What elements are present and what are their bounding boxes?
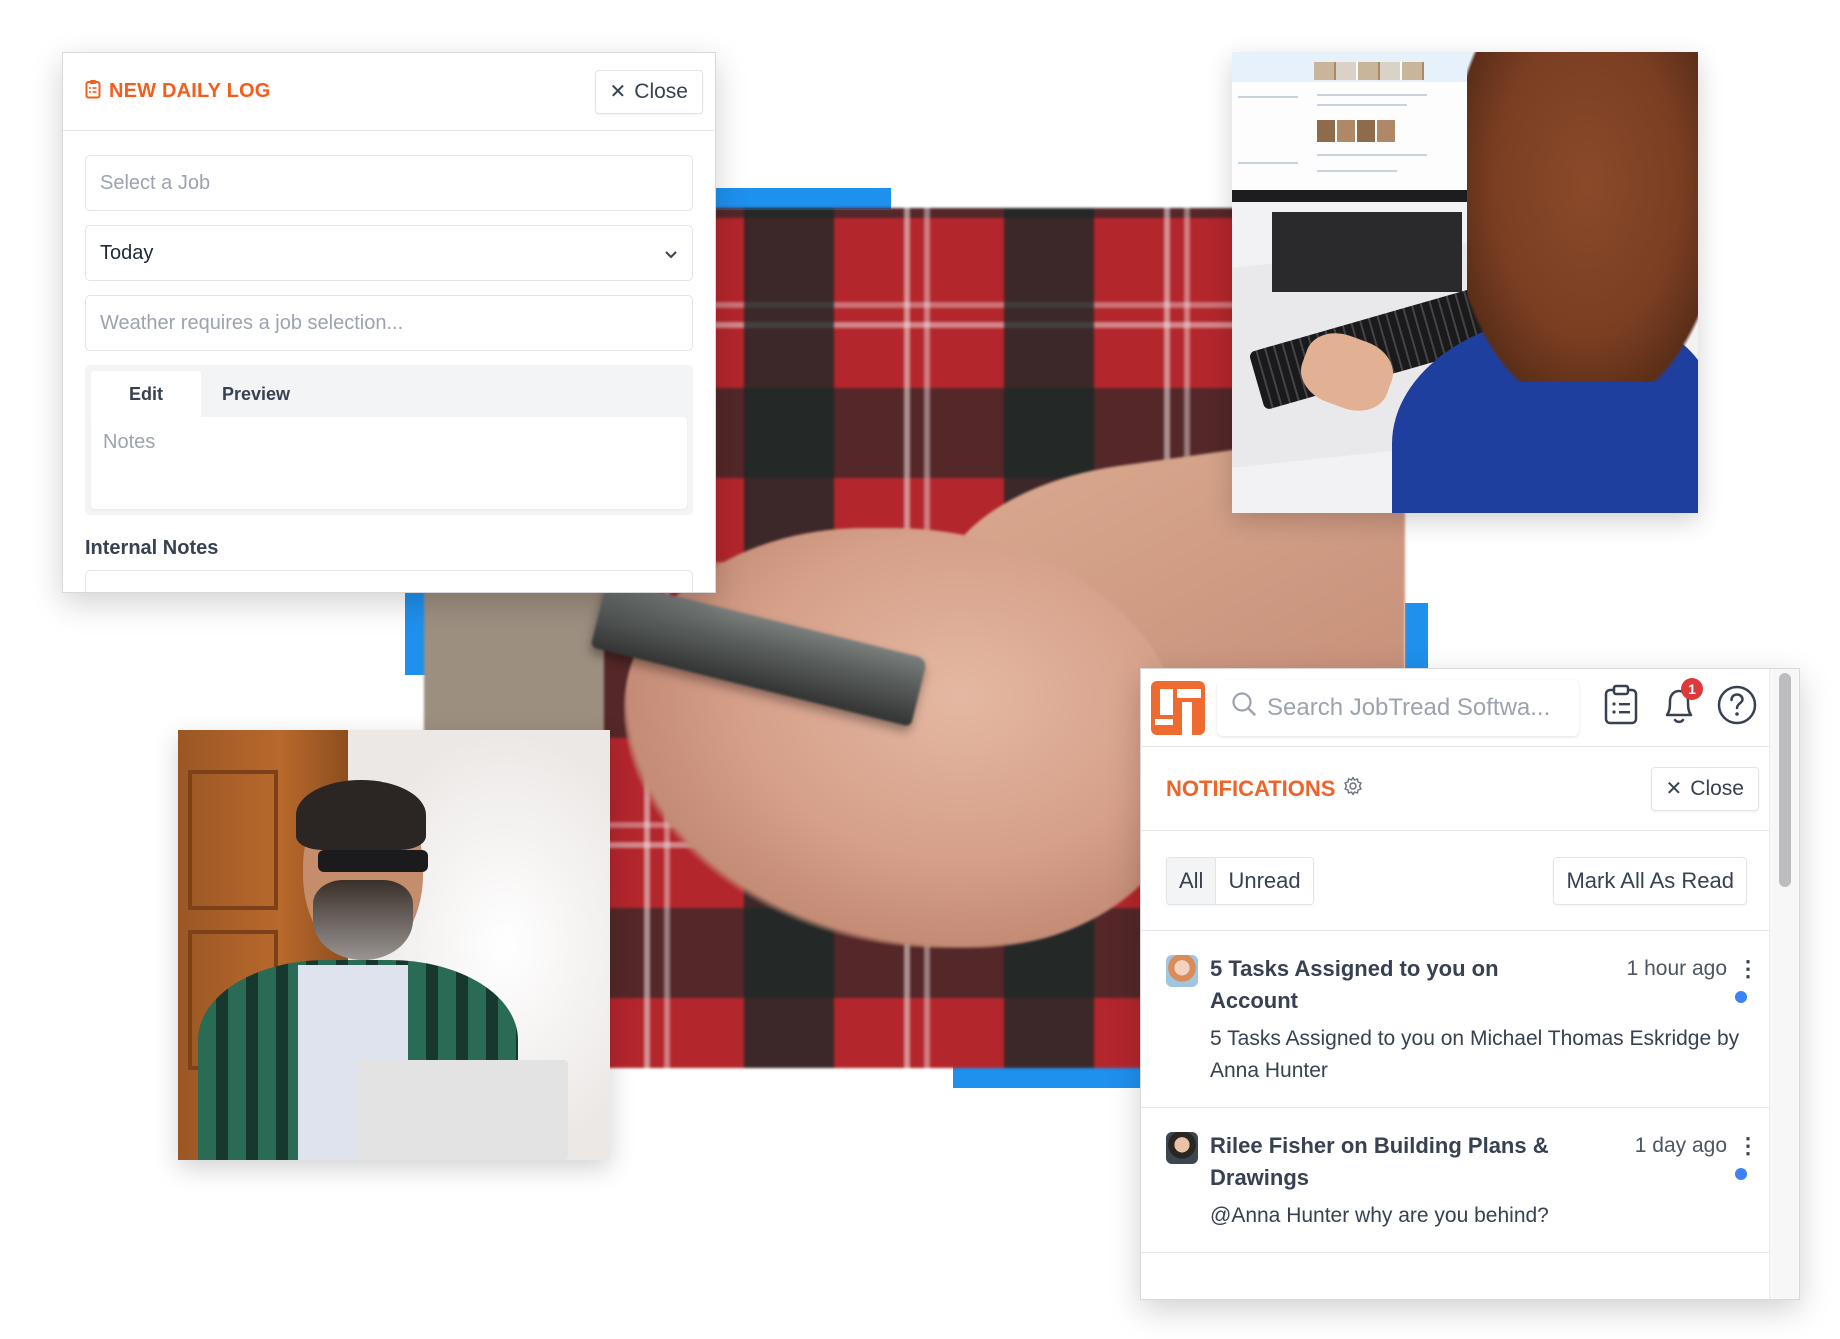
photo-hair [296, 780, 426, 850]
weather-placeholder: Weather requires a job selection... [100, 311, 404, 334]
daily-log-title-text: NEW DAILY LOG [109, 80, 271, 102]
daily-log-title: NEW DAILY LOG [85, 79, 271, 105]
notifications-panel: Search JobTread Softwa... 1 NOTIFICATION… [1140, 668, 1800, 1300]
daily-log-form: Select a Job Today Weather requires a jo… [63, 131, 715, 592]
search-input[interactable]: Search JobTread Softwa... [1217, 679, 1579, 736]
close-label: Close [1690, 776, 1744, 800]
photo-monitor-stand [1272, 212, 1462, 292]
more-vertical-icon[interactable]: ⋮ [1737, 953, 1759, 985]
filter-unread[interactable]: Unread [1216, 857, 1313, 904]
notifications-close-button[interactable]: ✕ Close [1650, 766, 1759, 811]
tab-preview[interactable]: Preview [201, 371, 311, 417]
unread-indicator [1735, 1168, 1747, 1180]
notification-time: 1 hour ago [1626, 957, 1727, 980]
notification-title: Rilee Fisher on Building Plans & Drawing… [1210, 1133, 1549, 1190]
mark-all-read-button[interactable]: Mark All As Read [1553, 856, 1747, 905]
help-circle-icon [1716, 684, 1758, 731]
scrollbar[interactable] [1769, 669, 1799, 1299]
notification-item[interactable]: Rilee Fisher on Building Plans & Drawing… [1141, 1108, 1771, 1253]
photo-monitor [1232, 52, 1494, 202]
chevron-down-icon [664, 242, 678, 265]
notification-count-badge: 1 [1681, 677, 1703, 700]
avatar [1166, 1132, 1198, 1164]
accent-bar-bottom [953, 1066, 1143, 1088]
daily-logs-button[interactable] [1599, 684, 1643, 731]
date-select-value: Today [100, 241, 154, 264]
accent-bar-top [716, 188, 891, 209]
notifications-header: NOTIFICATIONS ✕ Close [1141, 747, 1771, 831]
accent-bar-right [1405, 603, 1428, 668]
notification-body: @Anna Hunter why are you behind? [1210, 1204, 1549, 1227]
filter-segmented-control: All Unread [1166, 856, 1314, 905]
clipboard-list-icon [1603, 684, 1639, 731]
daily-log-close-button[interactable]: ✕ Close [594, 69, 703, 114]
notification-time: 1 day ago [1634, 1134, 1727, 1157]
photo-hair [1467, 52, 1698, 382]
photo-laptop-user [178, 730, 610, 1160]
close-label: Close [634, 79, 688, 103]
filter-all[interactable]: All [1167, 857, 1217, 904]
close-icon: ✕ [609, 81, 627, 103]
notifications-filter-row: All Unread Mark All As Read [1141, 831, 1771, 931]
weather-field[interactable]: Weather requires a job selection... [85, 295, 693, 351]
date-select[interactable]: Today [85, 225, 693, 281]
photo-beard [313, 880, 413, 960]
help-button[interactable] [1715, 684, 1759, 731]
notifications-title: NOTIFICATIONS [1166, 775, 1336, 801]
daily-log-card: NEW DAILY LOG ✕ Close Select a Job Today… [62, 52, 716, 593]
notes-placeholder: Notes [103, 431, 156, 453]
gear-icon[interactable] [1343, 776, 1363, 802]
search-icon [1231, 691, 1257, 724]
photo-sunglasses [318, 850, 428, 872]
avatar [1166, 955, 1198, 987]
search-placeholder: Search JobTread Softwa... [1267, 693, 1551, 721]
notes-editor: Edit Preview Notes [85, 365, 693, 515]
app-topbar: Search JobTread Softwa... 1 [1141, 669, 1771, 747]
tab-edit[interactable]: Edit [91, 371, 201, 417]
notification-body: 5 Tasks Assigned to you on Michael Thoma… [1210, 1027, 1740, 1082]
internal-notes-label: Internal Notes [85, 537, 219, 559]
notification-title: 5 Tasks Assigned to you on Account [1210, 956, 1499, 1013]
unread-indicator [1735, 991, 1747, 1003]
scrollbar-thumb[interactable] [1779, 673, 1791, 887]
editor-tabs: Edit Preview [91, 371, 687, 417]
more-vertical-icon[interactable]: ⋮ [1737, 1130, 1759, 1162]
daily-log-header: NEW DAILY LOG ✕ Close [63, 53, 715, 131]
jobtread-logo[interactable] [1151, 680, 1205, 735]
job-select-field[interactable]: Select a Job [85, 155, 693, 211]
job-select-placeholder: Select a Job [100, 171, 211, 194]
clipboard-list-icon [85, 79, 101, 105]
notification-item[interactable]: 5 Tasks Assigned to you on Account 1 hou… [1141, 931, 1771, 1108]
photo-laptop [358, 1060, 568, 1160]
notes-textarea[interactable]: Notes [91, 417, 687, 509]
internal-notes-textarea[interactable] [85, 570, 693, 592]
close-icon: ✕ [1665, 778, 1683, 800]
photo-office-worker [1232, 52, 1698, 513]
notifications-bell-button[interactable]: 1 [1657, 677, 1703, 730]
